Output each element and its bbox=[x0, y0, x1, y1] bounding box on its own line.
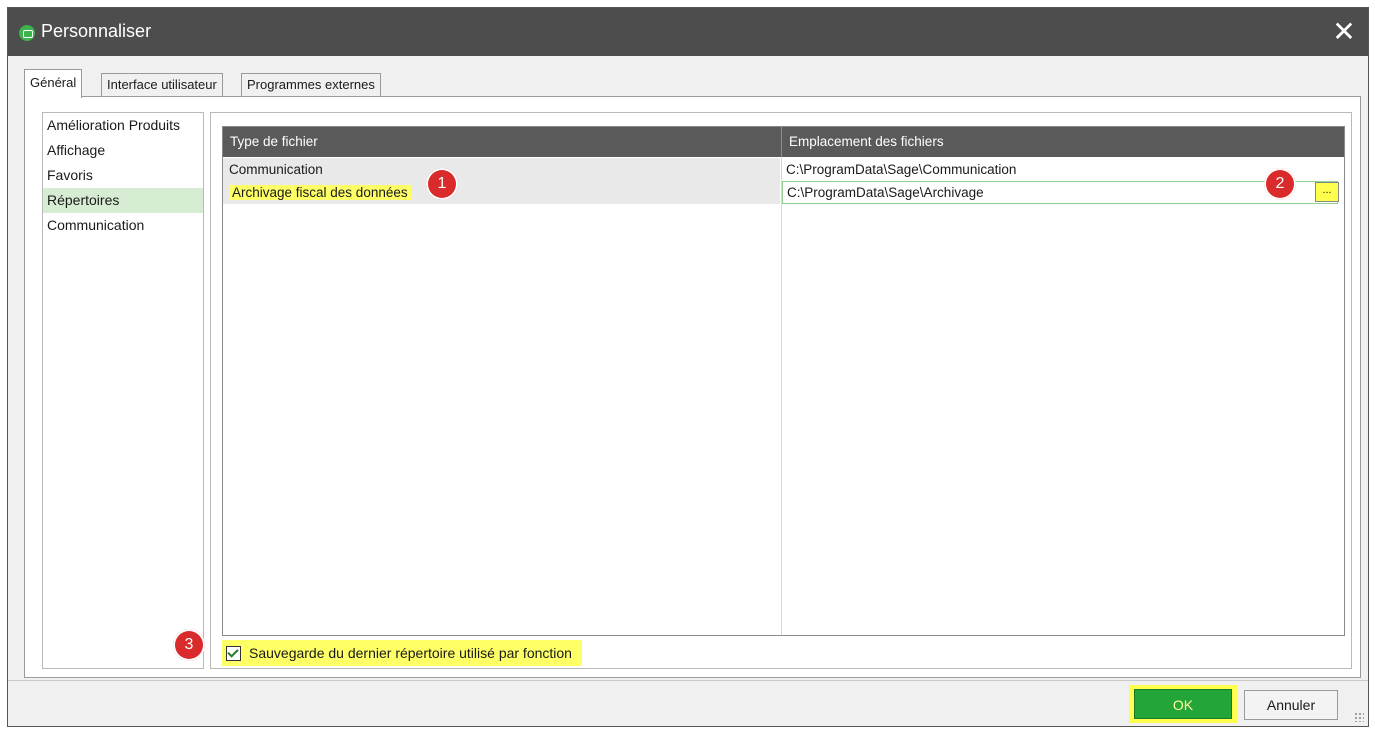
tab-interface-utilisateur[interactable]: Interface utilisateur bbox=[101, 73, 223, 96]
resize-grip[interactable] bbox=[1354, 712, 1364, 722]
category-repertoires[interactable]: Répertoires bbox=[43, 188, 203, 213]
save-last-directory-checkbox[interactable] bbox=[226, 645, 241, 661]
row-type-cell[interactable]: Archivage fiscal des données bbox=[223, 181, 780, 204]
save-last-directory-option[interactable]: Sauvegarde du dernier répertoire utilisé… bbox=[222, 640, 582, 666]
window-title: Personnaliser bbox=[41, 21, 152, 41]
grid-header: Type de fichier Emplacement des fichiers bbox=[223, 127, 1344, 157]
category-amelioration-produits[interactable]: Amélioration Produits bbox=[43, 113, 203, 138]
app-icon bbox=[19, 25, 35, 41]
row-location-input[interactable]: C:\ProgramData\Sage\Archivage bbox=[782, 181, 1338, 204]
table-row[interactable]: Archivage fiscal des données C:\ProgramD… bbox=[223, 181, 1344, 204]
title-bar: Personnaliser ✕ bbox=[8, 8, 1368, 56]
table-row[interactable]: Communication C:\ProgramData\Sage\Commun… bbox=[223, 158, 1344, 181]
callout-badge-3: 3 bbox=[173, 629, 205, 661]
tab-panel-general: Amélioration Produits Affichage Favoris … bbox=[24, 96, 1361, 678]
ok-button[interactable]: OK bbox=[1129, 685, 1237, 723]
close-icon[interactable]: ✕ bbox=[1320, 8, 1368, 56]
tab-general[interactable]: Général bbox=[24, 69, 83, 98]
save-last-directory-label: Sauvegarde du dernier répertoire utilisé… bbox=[249, 645, 572, 661]
category-list: Amélioration Produits Affichage Favoris … bbox=[42, 112, 204, 669]
callout-badge-1: 1 bbox=[426, 168, 458, 200]
directories-grid: Type de fichier Emplacement des fichiers… bbox=[222, 126, 1345, 636]
category-communication[interactable]: Communication bbox=[43, 213, 203, 238]
footer-divider bbox=[8, 680, 1368, 681]
category-affichage[interactable]: Affichage bbox=[43, 138, 203, 163]
highlighted-type-label: Archivage fiscal des données bbox=[229, 185, 411, 200]
browse-folder-button[interactable]: ... bbox=[1315, 182, 1339, 202]
cancel-button[interactable]: Annuler bbox=[1244, 690, 1338, 720]
header-emplacement-des-fichiers[interactable]: Emplacement des fichiers bbox=[781, 127, 1344, 157]
personnaliser-dialog: Personnaliser ✕ Général Interface utilis… bbox=[7, 7, 1369, 727]
column-divider bbox=[781, 157, 782, 635]
ok-button-label: OK bbox=[1134, 689, 1232, 719]
row-location-cell[interactable]: C:\ProgramData\Sage\Communication bbox=[782, 158, 1342, 181]
callout-badge-2: 2 bbox=[1264, 168, 1296, 200]
repertoires-settings: Type de fichier Emplacement des fichiers… bbox=[210, 112, 1352, 669]
category-favoris[interactable]: Favoris bbox=[43, 163, 203, 188]
row-type-cell[interactable]: Communication bbox=[223, 158, 780, 181]
tab-programmes-externes[interactable]: Programmes externes bbox=[241, 73, 381, 96]
header-type-de-fichier[interactable]: Type de fichier bbox=[223, 127, 781, 157]
